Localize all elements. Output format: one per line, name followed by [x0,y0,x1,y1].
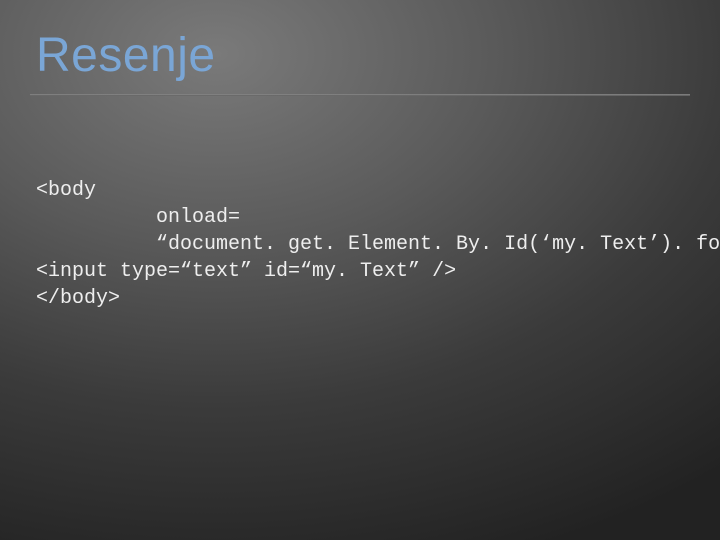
code-block: <body onload= “document. get. Element. B… [36,150,720,339]
title-underline [30,94,690,96]
code-line-4: <input type=“text” id=“my. Text” /> [36,260,456,283]
code-line-1: <body [36,179,96,202]
slide-title: Resenje [36,28,216,83]
slide: Resenje <body onload= “document. get. El… [0,0,720,540]
code-line-5: </body> [36,287,120,310]
code-line-2: onload= [36,206,240,229]
code-line-3: “document. get. Element. By. Id(‘my. Tex… [36,233,720,256]
